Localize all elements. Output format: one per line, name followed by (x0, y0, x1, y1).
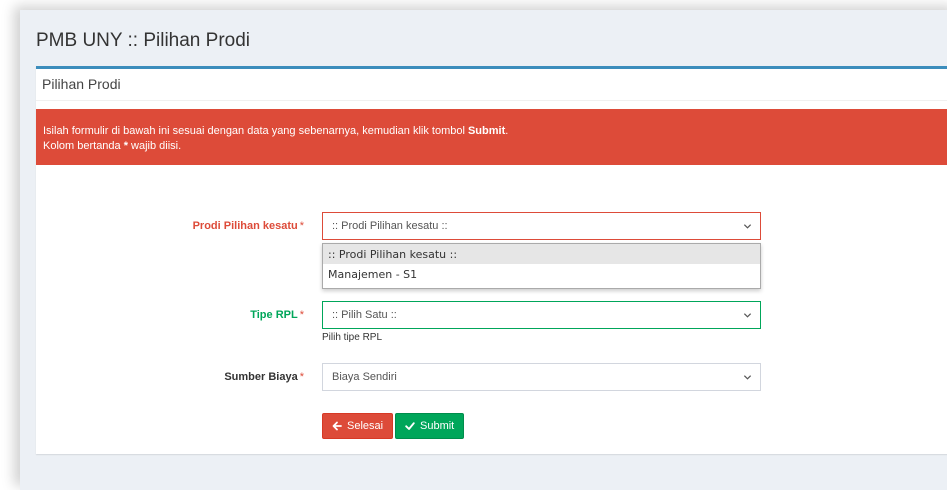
selesai-button-label: Selesai (347, 420, 384, 432)
tipe-rpl-label: Tipe RPL * (250, 309, 304, 321)
sumber-biaya-select[interactable]: Biaya Sendiri (322, 363, 761, 391)
prodi-select-value: :: Prodi Pilihan kesatu :: (332, 220, 448, 232)
chevron-down-icon (743, 375, 752, 380)
alert-line-1: Isilah formulir di bawah ini sesuai deng… (43, 125, 509, 137)
chevron-down-icon (743, 313, 752, 318)
box-title: Pilihan Prodi (36, 69, 947, 101)
sumber-biaya-label: Sumber Biaya * (224, 371, 304, 383)
alert-line-2: Kolom bertanda * wajib diisi. (43, 140, 182, 152)
submit-button[interactable]: Submit (395, 413, 465, 439)
dropdown-option[interactable]: :: Prodi Pilihan kesatu :: (323, 244, 760, 264)
window-frame: PMB UNY :: Pilihan Prodi Pilihan Prodi I… (20, 10, 947, 490)
arrow-left-icon (332, 421, 342, 431)
prodi-select[interactable]: :: Prodi Pilihan kesatu :: (322, 212, 761, 240)
form-box: Pilihan Prodi Isilah formulir di bawah i… (36, 66, 947, 454)
dropdown-option[interactable]: Manajemen - S1 (323, 264, 760, 284)
sumber-biaya-select-value: Biaya Sendiri (332, 371, 397, 383)
check-icon (405, 422, 415, 430)
tipe-rpl-help: Pilih tipe RPL (322, 332, 383, 343)
selesai-button[interactable]: Selesai (322, 413, 394, 439)
chevron-down-icon (743, 224, 752, 229)
content-header: PMB UNY :: Pilihan Prodi (20, 10, 947, 68)
tipe-rpl-select-value: :: Pilih Satu :: (332, 309, 397, 321)
alert-danger: Isilah formulir di bawah ini sesuai deng… (36, 109, 947, 165)
prodi-label: Prodi Pilihan kesatu * (192, 220, 304, 232)
submit-button-label: Submit (420, 420, 455, 432)
page-title: PMB UNY :: Pilihan Prodi (36, 30, 251, 51)
tipe-rpl-select[interactable]: :: Pilih Satu :: (322, 301, 761, 329)
prodi-dropdown-list: :: Prodi Pilihan kesatu :: Manajemen - S… (322, 243, 761, 289)
